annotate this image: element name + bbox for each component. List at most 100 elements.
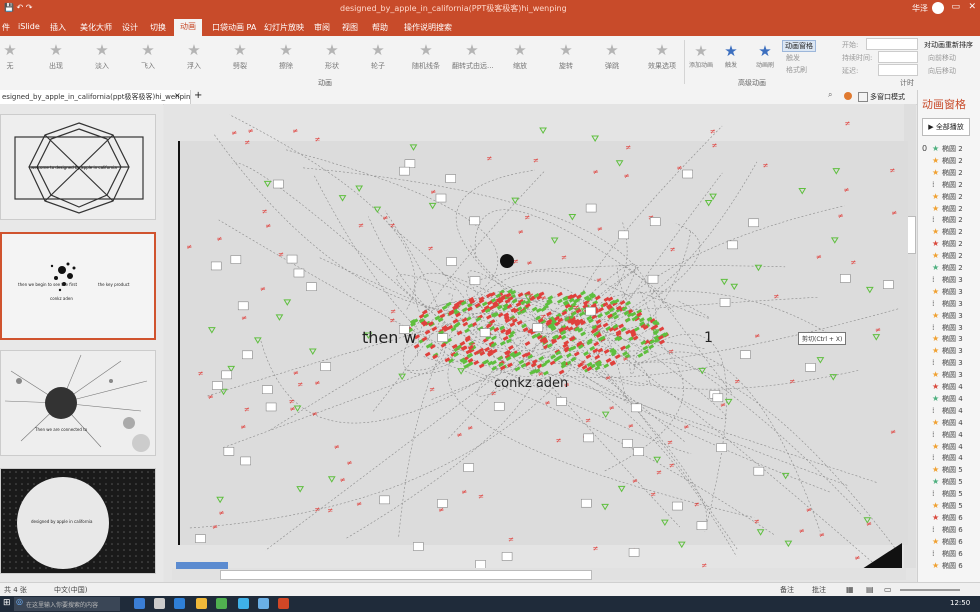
order-tag[interactable] — [493, 402, 505, 411]
path-end-marker[interactable]: ≠ — [358, 221, 364, 229]
order-tag[interactable] — [463, 463, 474, 472]
play-all-button[interactable]: ▶ 全部播放 — [922, 118, 970, 136]
path-end-marker[interactable]: ≠ — [816, 253, 822, 261]
path-start-marker[interactable] — [781, 472, 790, 480]
order-tag[interactable] — [649, 217, 661, 226]
animation-list-item[interactable]: ★ 椭圆 5 — [922, 465, 963, 475]
order-tag[interactable] — [437, 333, 448, 342]
path-end-marker[interactable]: ≠ — [528, 292, 534, 300]
path-end-marker[interactable]: ≠ — [891, 209, 897, 217]
path-end-marker[interactable]: ≠ — [593, 168, 599, 176]
order-tag[interactable] — [413, 542, 424, 551]
order-tag[interactable] — [753, 466, 765, 476]
order-tag[interactable] — [242, 350, 253, 360]
path-end-marker[interactable]: ≠ — [754, 332, 760, 340]
chrome-icon[interactable] — [238, 598, 249, 609]
add-animation-button[interactable]: ★ 添加动画 — [688, 42, 714, 69]
trigger-button[interactable]: 触发 — [786, 53, 800, 63]
brush-button[interactable]: 格式刷 — [786, 65, 807, 75]
tab-beautify[interactable]: 美化大师 — [80, 22, 112, 33]
path-marker[interactable] — [524, 340, 531, 347]
path-marker[interactable] — [546, 311, 552, 317]
tab-animations[interactable]: 动画 — [174, 19, 202, 36]
document-tab[interactable]: esigned_by_apple_in_california(ppt极客极客)h… — [0, 90, 191, 104]
language-indicator[interactable]: 中文(中国) — [54, 585, 87, 595]
animation-list-item[interactable]: ⁞ 椭圆 3 — [922, 275, 963, 285]
effect-10-button[interactable]: ★ 翻转式由远... — [452, 42, 494, 71]
path-start-marker[interactable] — [816, 357, 825, 364]
path-end-marker[interactable]: ≠ — [545, 399, 551, 407]
order-tag[interactable] — [437, 499, 448, 508]
order-tag[interactable] — [740, 350, 751, 359]
slide-thumbnail-4[interactable]: designed by apple in california — [0, 468, 156, 574]
path-start-marker[interactable] — [511, 197, 520, 205]
path-start-marker[interactable] — [263, 180, 272, 188]
path-marker[interactable] — [464, 328, 471, 334]
path-end-marker[interactable]: ≠ — [478, 493, 484, 501]
path-end-marker[interactable]: ≠ — [314, 379, 320, 387]
order-tag[interactable] — [195, 534, 206, 543]
slide-thumbnail-1[interactable]: welcome to designed by apple in californ… — [0, 114, 156, 220]
tab-pocket-animation[interactable]: 口袋动画 PA — [212, 22, 256, 33]
animation-painter-button[interactable]: ★ 动画刷 — [752, 42, 778, 69]
order-tag[interactable] — [230, 255, 242, 264]
order-tag[interactable] — [840, 274, 851, 283]
path-marker[interactable] — [491, 360, 497, 366]
order-tag[interactable] — [404, 159, 416, 168]
order-tag[interactable] — [805, 363, 816, 372]
order-tag[interactable] — [618, 230, 629, 240]
order-tag[interactable] — [223, 447, 235, 456]
effect-9-button[interactable]: ★ 随机线条 — [406, 42, 446, 71]
order-tag[interactable] — [719, 298, 731, 307]
path-end-marker[interactable]: ≠ — [231, 129, 237, 137]
quick-access-icons[interactable]: 💾 ↶ ↷ — [4, 3, 32, 12]
record-icon[interactable] — [844, 92, 852, 100]
effect-14-button[interactable]: ★ 效果选项 — [642, 42, 682, 71]
path-start-marker[interactable] — [296, 486, 305, 493]
path-end-marker[interactable]: ≠ — [625, 144, 631, 152]
tell-me-search[interactable]: 操作说明搜索 — [404, 22, 452, 33]
path-end-marker[interactable]: ≠ — [289, 397, 295, 405]
path-end-marker[interactable]: ≠ — [208, 393, 214, 401]
path-end-marker[interactable]: ≠ — [623, 355, 629, 363]
path-end-marker[interactable]: ≠ — [670, 245, 676, 253]
path-end-marker[interactable]: ≠ — [527, 259, 533, 267]
path-end-marker[interactable]: ≠ — [712, 142, 718, 150]
order-tag[interactable] — [221, 370, 232, 380]
path-end-marker[interactable]: ≠ — [260, 285, 266, 293]
animation-pane-button[interactable]: 动画窗格 — [782, 40, 816, 52]
app-icon[interactable] — [216, 598, 227, 609]
order-tag[interactable] — [583, 433, 594, 443]
path-start-marker[interactable] — [653, 456, 662, 464]
animation-list-item[interactable]: ★ 椭圆 2 — [922, 156, 963, 166]
animation-list-item[interactable]: ⁞ 椭圆 6 — [922, 525, 963, 535]
path-end-marker[interactable]: ≠ — [533, 156, 539, 164]
path-marker[interactable] — [603, 363, 610, 369]
path-start-marker[interactable] — [338, 195, 347, 202]
order-tag[interactable] — [716, 443, 727, 452]
path-end-marker[interactable]: ≠ — [556, 437, 562, 445]
path-end-marker[interactable]: ≠ — [327, 506, 333, 514]
animation-list-item[interactable]: ★ 椭圆 4 — [922, 418, 963, 428]
path-start-marker[interactable] — [550, 237, 559, 245]
order-tag[interactable] — [479, 328, 491, 337]
effect-0-button[interactable]: ★ 无 — [0, 42, 30, 71]
order-tag[interactable] — [712, 393, 724, 403]
animation-list-item[interactable]: ⁞ 椭圆 6 — [922, 549, 963, 559]
order-tag[interactable] — [210, 261, 222, 271]
path-end-marker[interactable]: ≠ — [545, 318, 551, 326]
path-start-marker[interactable] — [784, 540, 793, 548]
path-marker[interactable] — [624, 344, 631, 350]
order-tag[interactable] — [469, 216, 480, 226]
animation-list-item[interactable]: ★ 椭圆 6 — [922, 561, 963, 571]
animation-list-item[interactable]: ★ 椭圆 4 — [922, 382, 963, 392]
path-end-marker[interactable]: ≠ — [487, 154, 493, 162]
path-start-marker[interactable] — [428, 202, 437, 210]
path-end-marker[interactable]: ≠ — [429, 385, 435, 393]
tab-review[interactable]: 审阅 — [314, 22, 330, 33]
order-tag[interactable] — [212, 381, 223, 390]
order-tag[interactable] — [237, 301, 249, 311]
path-end-marker[interactable]: ≠ — [470, 341, 476, 349]
animation-list-item[interactable]: ★ 椭圆 5 — [922, 477, 963, 487]
path-end-marker[interactable]: ≠ — [430, 188, 436, 196]
